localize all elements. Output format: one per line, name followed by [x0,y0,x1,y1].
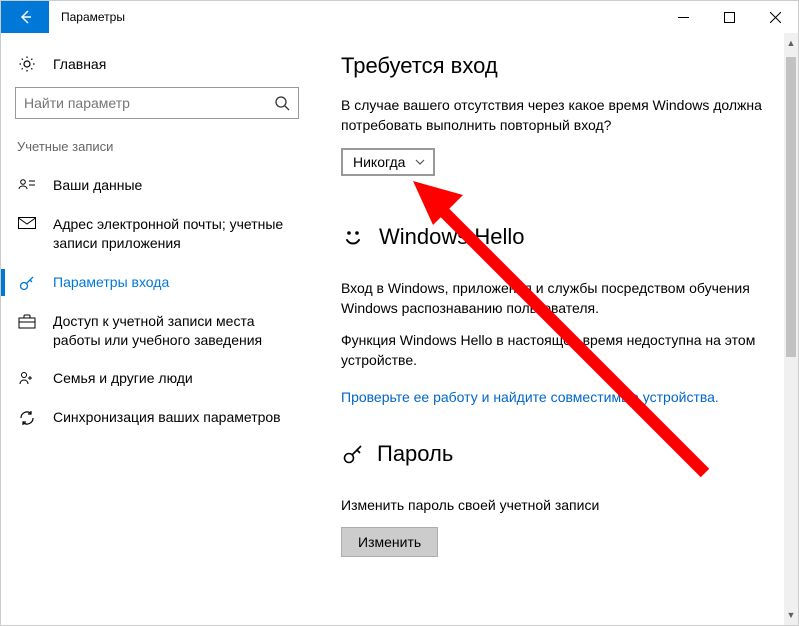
sidebar-item-signin-options[interactable]: Параметры входа [11,263,303,302]
window-title: Параметры [49,1,125,33]
search-icon [274,95,290,111]
sidebar-item-family[interactable]: Семья и другие люди [11,359,303,398]
signin-description: В случае вашего отсутствия через какое в… [341,95,770,136]
category-label: Учетные записи [11,139,303,166]
dropdown-value: Никогда [353,154,405,170]
hello-heading-text: Windows Hello [379,224,525,250]
hello-compat-link[interactable]: Проверьте ее работу и найдите совместимы… [341,389,770,405]
search-input[interactable] [15,87,299,119]
home-button[interactable]: Главная [11,49,303,87]
scroll-up-icon[interactable]: ▲ [784,35,798,51]
sidebar-item-label: Ваши данные [53,176,142,195]
maximize-icon [724,12,735,23]
minimize-icon [678,12,689,23]
key-icon [341,442,365,466]
sidebar-item-label: Адрес электронной почты; учетные записи … [53,215,297,253]
sidebar-item-label: Семья и другие люди [53,369,193,388]
people-icon [17,369,37,386]
hello-text-2: Функция Windows Hello в настоящее время … [341,330,770,371]
sidebar-item-your-info[interactable]: Ваши данные [11,166,303,205]
key-icon [17,273,37,292]
gear-icon [17,55,37,73]
close-icon [770,12,781,23]
person-card-icon [17,176,37,191]
home-label: Главная [53,56,106,72]
sidebar-item-work-access[interactable]: Доступ к учетной записи места работы или… [11,302,303,360]
sidebar-item-label: Доступ к учетной записи места работы или… [53,312,297,350]
password-heading-text: Пароль [377,441,453,467]
hello-text-1: Вход в Windows, приложения и службы поср… [341,278,770,319]
minimize-button[interactable] [660,1,706,33]
maximize-button[interactable] [706,1,752,33]
back-button[interactable] [1,1,49,33]
mail-icon [17,215,37,230]
arrow-left-icon [17,9,33,25]
briefcase-icon [17,312,37,329]
password-heading: Пароль [341,441,770,467]
change-password-button[interactable]: Изменить [341,527,438,557]
main-panel: Требуется вход В случае вашего отсутстви… [313,33,798,625]
password-description: Изменить пароль своей учетной записи [341,495,770,515]
signin-timeout-dropdown[interactable]: Никогда [341,148,435,176]
titlebar: Параметры [1,1,798,33]
close-button[interactable] [752,1,798,33]
signin-heading: Требуется вход [341,53,770,79]
scrollbar[interactable]: ▲ ▼ [784,33,798,625]
search-field[interactable] [24,95,274,111]
scroll-down-icon[interactable]: ▼ [784,607,798,623]
sync-icon [17,408,37,427]
chevron-down-icon [415,159,425,165]
sidebar-item-email[interactable]: Адрес электронной почты; учетные записи … [11,205,303,263]
hello-heading: Windows Hello [341,224,770,250]
scrollbar-thumb[interactable] [786,57,796,357]
sidebar-item-label: Синхронизация ваших параметров [53,408,281,427]
sidebar-item-sync[interactable]: Синхронизация ваших параметров [11,398,303,437]
sidebar-item-label: Параметры входа [53,273,169,292]
sidebar: Главная Учетные записи Ваши данные Адрес… [1,33,313,625]
smile-icon [341,225,365,249]
